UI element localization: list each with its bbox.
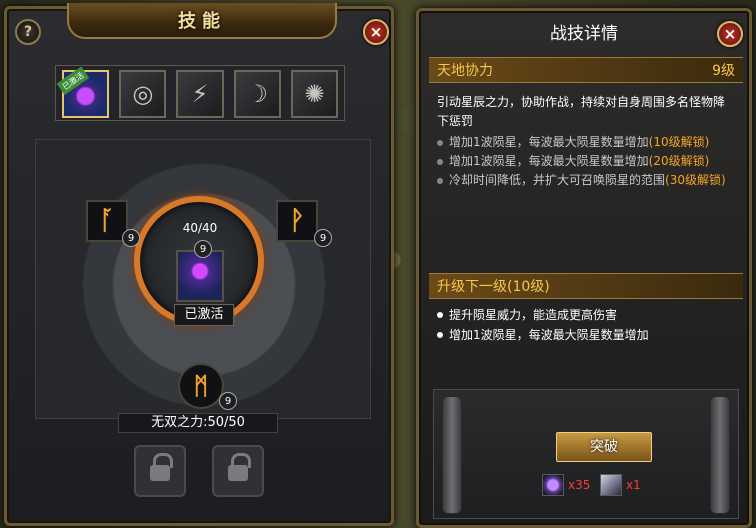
cost-quantity: x35: [568, 478, 591, 492]
skill-tab-3[interactable]: ⚡: [176, 70, 224, 118]
lock-icon: [228, 453, 251, 481]
cost-quantity: x1: [626, 478, 641, 492]
scroll-icon: [600, 474, 622, 496]
detail-title: 战技详情: [550, 24, 618, 44]
sub-skill-left-level: 9: [122, 229, 140, 247]
close-button[interactable]: ×: [363, 19, 389, 45]
scroll-right-roll: [710, 396, 730, 514]
skill-tab-5[interactable]: ✺: [290, 70, 339, 118]
skills-title-bar: 技能: [67, 3, 337, 39]
unlock-tag: (20级解锁): [648, 154, 710, 168]
bullet-icon: [437, 332, 443, 338]
scroll-left-roll: [442, 396, 462, 514]
main-skill-level: 9: [194, 240, 212, 258]
sub-skill-right[interactable]: ᚹ: [276, 200, 318, 242]
rune-icon: ᛗ: [193, 372, 209, 400]
cost-item-scroll[interactable]: x1: [600, 474, 641, 496]
unlock-tag: (30级解锁): [665, 173, 726, 187]
locked-slot-2[interactable]: [212, 445, 264, 497]
next-level-list: 提升陨星威力，能造成更高伤害 增加1波陨星，每波最大陨星数量增加: [429, 305, 743, 375]
breakthrough-area: 突破 x35 x1: [433, 389, 739, 519]
skill-tab-1[interactable]: 已激活: [56, 66, 110, 118]
main-skill-status: 已激活: [174, 304, 234, 326]
bullet-icon: [437, 140, 443, 146]
star-orb-icon: [542, 474, 564, 496]
skill-icon: ☽: [246, 80, 268, 108]
skill-detail-panel: 战技详情 × 天地协力 9级 引动星辰之力，协助作战，持续对自身周围多名怪物降下…: [416, 8, 752, 528]
next-level-text: 提升陨星威力，能造成更高伤害: [449, 308, 618, 322]
lock-icon: [150, 453, 173, 481]
panel-title: 技能: [178, 11, 226, 32]
next-level-text: 增加1波陨星，每波最大陨星数量增加: [449, 328, 649, 342]
unlock-item: 冷却时间降低，并扩大可召唤陨星的范围(30级解锁): [437, 171, 735, 190]
main-skill-icon[interactable]: [176, 250, 224, 302]
sub-skill-bottom-level: 9: [219, 392, 237, 410]
main-skill-progress: 40/40: [182, 221, 218, 235]
skill-name-header: 天地协力 9级: [429, 57, 743, 83]
next-level-header: 升级下一级(10级): [429, 273, 743, 299]
bullet-icon: [437, 312, 443, 318]
bullet-icon: [437, 159, 443, 165]
skill-icon: ⚡: [191, 80, 209, 108]
skill-icon: ◎: [132, 80, 154, 108]
skill-icon: ✺: [304, 80, 325, 108]
skill-level: 9级: [712, 63, 735, 79]
skill-name: 天地协力: [437, 63, 493, 79]
next-level-item: 增加1波陨星，每波最大陨星数量增加: [437, 325, 735, 345]
breakthrough-button[interactable]: 突破: [556, 432, 652, 462]
help-button[interactable]: ?: [15, 19, 41, 45]
skill-tab-4[interactable]: ☽: [233, 70, 281, 118]
unlock-item: 增加1波陨星，每波最大陨星数量增加(10级解锁): [437, 133, 735, 152]
rune-icon: ᚹ: [289, 206, 305, 236]
rune-icon: ᚪ: [99, 206, 115, 236]
locked-slot-1[interactable]: [134, 445, 186, 497]
unlock-text: 冷却时间降低，并扩大可召唤陨星的范围: [449, 173, 666, 187]
skill-tab-2[interactable]: ◎: [119, 70, 167, 118]
sub-skill-bottom[interactable]: ᛗ: [178, 363, 224, 409]
skill-description: 引动星辰之力，协助作战，持续对自身周围多名怪物降下惩罚 增加1波陨星，每波最大陨…: [429, 89, 743, 265]
sub-skill-right-level: 9: [314, 229, 332, 247]
description-text: 引动星辰之力，协助作战，持续对自身周围多名怪物降下惩罚: [437, 95, 726, 128]
bullet-icon: [437, 178, 443, 184]
unlock-text: 增加1波陨星，每波最大陨星数量增加: [449, 135, 649, 149]
power-counter: 无双之力:50/50: [118, 413, 278, 433]
cost-item-orb[interactable]: x35: [542, 474, 590, 496]
activated-badge: 已激活: [56, 66, 90, 96]
next-level-item: 提升陨星威力，能造成更高伤害: [437, 305, 735, 325]
unlock-text: 增加1波陨星，每波最大陨星数量增加: [449, 154, 649, 168]
unlock-item: 增加1波陨星，每波最大陨星数量增加(20级解锁): [437, 152, 735, 171]
skill-tabs: 已激活 ◎ ⚡ ☽ ✺: [55, 65, 345, 121]
detail-close-button[interactable]: ×: [717, 21, 743, 47]
unlock-tag: (10级解锁): [648, 135, 710, 149]
